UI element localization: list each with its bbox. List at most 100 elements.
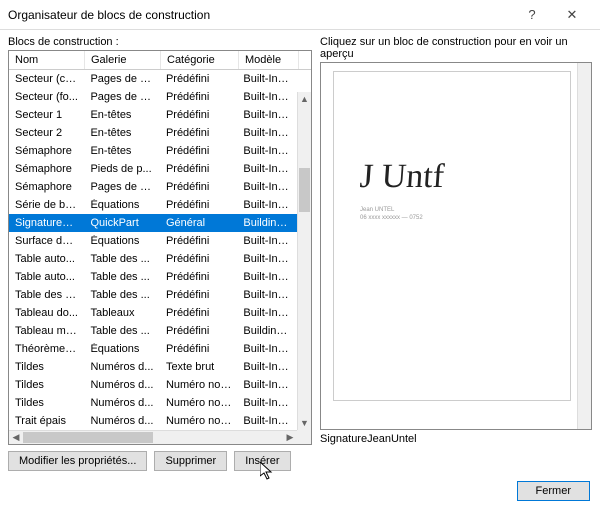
cell: En-têtes [84,145,159,157]
cell: Théorème d... [9,343,84,355]
table-row[interactable]: SémaphorePieds de p...PrédéfiniBuilt-In … [9,160,297,178]
cell: Numéros d... [84,415,159,427]
table-row[interactable]: TildesNuméros d...Texte brutBuilt-In B..… [9,358,297,376]
cell: Pieds de p... [84,163,159,175]
col-galerie[interactable]: Galerie [85,51,161,69]
close-button[interactable]: ✕ [552,0,592,30]
cell: Prédéfini [160,163,237,175]
cell: Texte brut [160,361,237,373]
hscroll-thumb[interactable] [23,432,153,443]
cell: Table des ... [84,289,159,301]
cell: Prédéfini [160,307,237,319]
cell: Tableau ma... [9,325,84,337]
cell: Prédéfini [160,235,237,247]
vertical-scrollbar[interactable]: ▲ ▼ [297,92,311,430]
cell: Built-In B... [237,253,297,265]
table-row[interactable]: Tableau ma...Table des ...PrédéfiniBuild… [9,322,297,340]
col-categorie[interactable]: Catégorie [161,51,239,69]
cell: Prédéfini [160,181,237,193]
horizontal-scrollbar[interactable]: ◀ ▶ [9,430,297,444]
right-label: Cliquez sur un bloc de construction pour… [320,36,592,60]
cell: Table auto... [9,271,84,283]
cell: Built-In B... [237,199,297,211]
cell: Tableau do... [9,307,84,319]
scroll-down-icon[interactable]: ▼ [298,416,311,430]
cell: Numéro nor... [160,415,237,427]
cell: Prédéfini [160,199,237,211]
cell: Built-In B... [237,163,297,175]
cell: Built-In B... [237,307,297,319]
scroll-left-icon[interactable]: ◀ [9,432,23,443]
table-row[interactable]: SignatureJe...QuickPartGénéralBuilding .… [9,214,297,232]
table-row[interactable]: Théorème d...ÉquationsPrédéfiniBuilt-In … [9,340,297,358]
table-row[interactable]: Secteur (fo...Pages de g...PrédéfiniBuil… [9,88,297,106]
preview-signature: J Untf [359,158,446,196]
cell: Built-In B... [237,145,297,157]
cell: Secteur 1 [9,109,84,121]
table-row[interactable]: SémaphoreEn-têtesPrédéfiniBuilt-In B... [9,142,297,160]
cell: Built-In B... [237,127,297,139]
cell: Prédéfini [160,91,237,103]
scroll-right-icon[interactable]: ▶ [283,432,297,443]
cell: Table des m... [9,289,84,301]
table-row[interactable]: TildesNuméros d...Numéro nor...Built-In … [9,394,297,412]
preview-meta: Jean UNTEL06 xxxx xxxxxx — 0752 [360,206,423,223]
table-row[interactable]: Série de blo...ÉquationsPrédéfiniBuilt-I… [9,196,297,214]
cell: Built-In B... [237,397,297,409]
titlebar: Organisateur de blocs de construction ? … [0,0,600,30]
cell: Équations [84,343,159,355]
cell: Pages de g... [84,91,159,103]
table-row[interactable]: Tableau do...TableauxPrédéfiniBuilt-In B… [9,304,297,322]
table-row[interactable]: SémaphorePages de g...PrédéfiniBuilt-In … [9,178,297,196]
insert-button[interactable]: Insérer [234,451,290,471]
delete-button[interactable]: Supprimer [154,451,227,471]
cell: Built-In B... [237,379,297,391]
cell: Numéro nor... [160,397,237,409]
cell: Prédéfini [160,73,237,85]
cell: Built-In B... [237,271,297,283]
cell: Built-In B... [237,91,297,103]
cell: Secteur (clair) [9,73,84,85]
cell: Pages de g... [84,73,159,85]
cell: Sémaphore [9,181,84,193]
preview-pane: J Untf Jean UNTEL06 xxxx xxxxxx — 0752 [320,62,592,430]
cell: Équations [84,235,159,247]
table-row[interactable]: TildesNuméros d...Numéro nor...Built-In … [9,376,297,394]
cell: QuickPart [84,217,159,229]
cell: Trait épais [9,415,84,427]
cell: SignatureJe... [9,217,84,229]
cell: Tildes [9,397,84,409]
cell: Tildes [9,361,84,373]
table-row[interactable]: Table auto...Table des ...PrédéfiniBuilt… [9,250,297,268]
cell: Table des ... [84,325,159,337]
cell: Sémaphore [9,163,84,175]
cell: Pages de g... [84,181,159,193]
help-button[interactable]: ? [512,0,552,30]
cell: Built-In B... [237,109,297,121]
col-modele[interactable]: Modèle [239,51,299,69]
table-row[interactable]: Table des m...Table des ...PrédéfiniBuil… [9,286,297,304]
cell: Building ... [237,325,297,337]
scroll-thumb[interactable] [299,168,310,212]
scroll-corner [297,430,311,444]
col-nom[interactable]: Nom [9,51,85,69]
cell: En-têtes [84,127,159,139]
table-row[interactable]: Trait épaisNuméros d...Numéro nor...Buil… [9,412,297,430]
table-row[interactable]: Secteur 1En-têtesPrédéfiniBuilt-In B... [9,106,297,124]
cell: Built-In B... [237,181,297,193]
preview-scrollbar[interactable] [577,63,591,429]
table-row[interactable]: Surface du ...ÉquationsPrédéfiniBuilt-In… [9,232,297,250]
cell: Table auto... [9,253,84,265]
cell: Built-In B... [237,73,297,85]
cell: Prédéfini [160,343,237,355]
table-row[interactable]: Secteur (clair)Pages de g...PrédéfiniBui… [9,70,297,88]
table-row[interactable]: Table auto...Table des ...PrédéfiniBuilt… [9,268,297,286]
cell: Prédéfini [160,145,237,157]
left-label: Blocs de construction : [8,36,312,48]
cell: Général [160,217,237,229]
table-row[interactable]: Secteur 2En-têtesPrédéfiniBuilt-In B... [9,124,297,142]
scroll-up-icon[interactable]: ▲ [298,92,311,106]
edit-properties-button[interactable]: Modifier les propriétés... [8,451,147,471]
close-dialog-button[interactable]: Fermer [517,481,590,501]
cell: Prédéfini [160,253,237,265]
